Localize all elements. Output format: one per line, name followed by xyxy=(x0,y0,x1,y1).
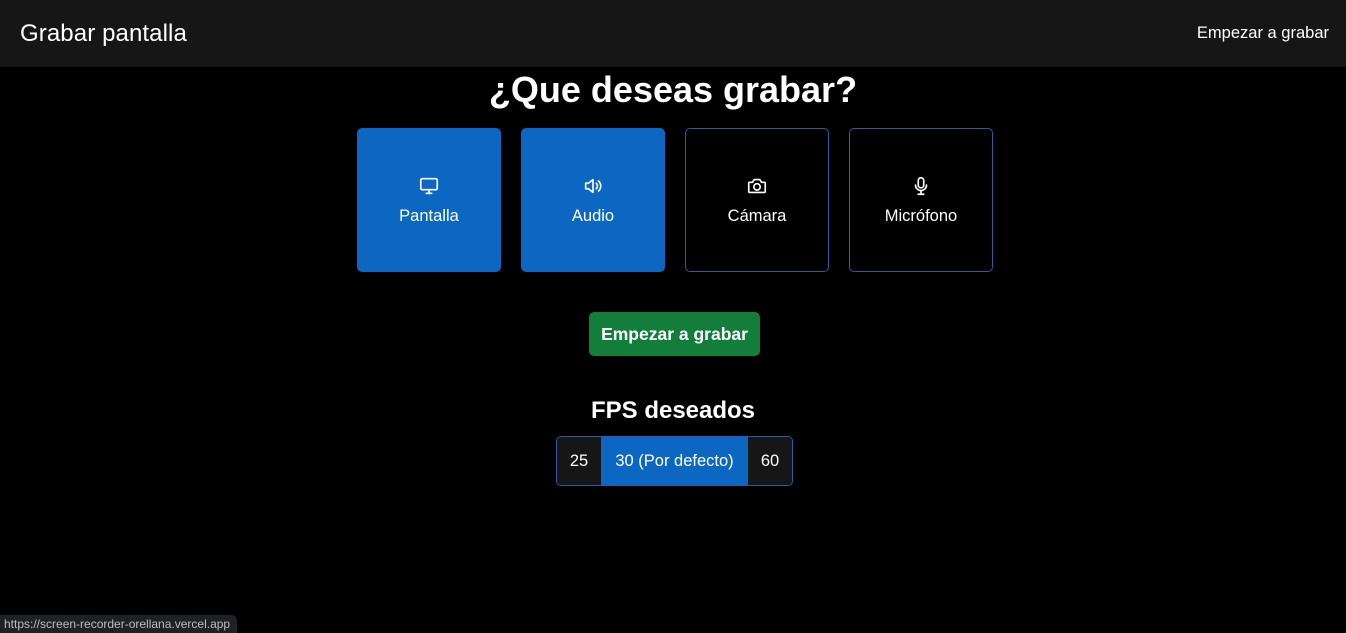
page-heading: ¿Que deseas grabar? xyxy=(488,69,858,110)
option-camera[interactable]: Cámara xyxy=(685,128,829,272)
fps-option-30[interactable]: 30 (Por defecto) xyxy=(601,437,748,485)
option-label: Cámara xyxy=(727,206,787,225)
option-label: Audio xyxy=(571,206,615,225)
monitor-icon xyxy=(419,177,439,194)
nav-start-recording-link[interactable]: Empezar a grabar xyxy=(1197,24,1329,43)
navbar: Grabar pantalla Empezar a grabar xyxy=(0,0,1346,67)
recording-options: Pantalla Audio Cámara Micrófono xyxy=(357,128,993,272)
fps-selector: 25 30 (Por defecto) 60 xyxy=(556,436,793,486)
brand-title[interactable]: Grabar pantalla xyxy=(20,20,187,48)
speaker-icon xyxy=(584,178,602,193)
microphone-icon xyxy=(914,176,928,195)
fps-title: FPS deseados xyxy=(590,397,756,424)
option-screen[interactable]: Pantalla xyxy=(357,128,501,272)
fps-option-25[interactable]: 25 xyxy=(557,437,601,485)
status-bar-url: https://screen-recorder-orellana.vercel.… xyxy=(0,615,238,633)
fps-option-60[interactable]: 60 xyxy=(748,437,792,485)
option-label: Micrófono xyxy=(884,206,958,225)
camera-icon xyxy=(747,178,767,193)
option-label: Pantalla xyxy=(399,206,459,225)
option-microphone[interactable]: Micrófono xyxy=(849,128,993,272)
option-audio[interactable]: Audio xyxy=(521,128,665,272)
start-recording-button[interactable]: Empezar a grabar xyxy=(589,312,760,356)
